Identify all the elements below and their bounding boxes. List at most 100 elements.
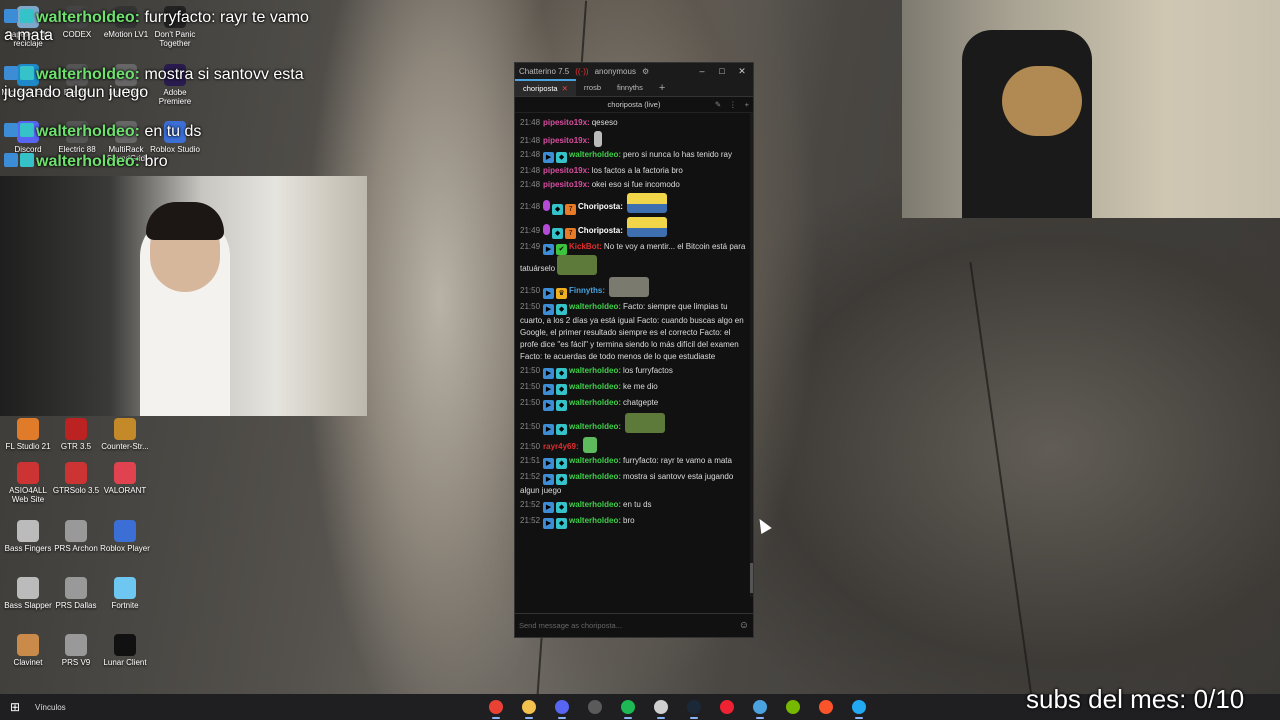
username[interactable]: pipesito19x: <box>543 180 590 189</box>
sub-badge-icon[interactable]: ▶ <box>543 368 555 379</box>
vip-badge-icon[interactable]: ◆ <box>556 384 568 395</box>
vip-badge-icon[interactable]: ◆ <box>556 518 568 529</box>
message-list[interactable]: 21:48 pipesito19x: qeseso 21:48 pipesito19x:… <box>515 113 753 597</box>
sub-badge-icon[interactable]: ▶ <box>543 288 555 299</box>
sub-badge-icon[interactable]: ▶ <box>543 244 555 255</box>
chat-message[interactable]: 21:51 ▶ ◆ walterholdeo: furryfacto: rayr te … <box>520 455 748 469</box>
chat-message[interactable]: 21:50 ▶ ◆ walterholdeo: <box>520 413 748 435</box>
bread-emote-icon[interactable] <box>593 131 602 147</box>
desktop-icon[interactable]: Roblox Player <box>97 520 153 553</box>
username[interactable]: walterholdeo: <box>569 302 621 311</box>
chat-message[interactable]: 21:48 pipesito19x: los factos a la factori… <box>520 165 748 177</box>
username[interactable]: pipesito19x: <box>543 118 590 127</box>
chat-message[interactable]: 21:49 ▶ ✔ KickBot: No te voy a mentir... el … <box>520 241 748 275</box>
cat-emote-icon[interactable] <box>609 277 650 297</box>
scroll-thumb[interactable] <box>750 563 753 593</box>
maximize-button[interactable]: □ <box>715 66 729 76</box>
chatterino-icon[interactable] <box>748 694 772 720</box>
chat-message[interactable]: 21:48 ▶ ◆ walterholdeo: pero si nunca lo has… <box>520 149 748 163</box>
sub-badge-icon[interactable]: ▶ <box>543 400 555 411</box>
vip-badge-icon[interactable]: ◆ <box>552 204 564 215</box>
sub-badge-icon[interactable]: ▶ <box>543 384 555 395</box>
close-button[interactable]: ✕ <box>735 66 749 77</box>
username[interactable]: pipesito19x: <box>543 166 590 175</box>
username[interactable]: walterholdeo: <box>569 516 621 525</box>
minimize-button[interactable]: – <box>695 66 709 76</box>
sub-badge-icon[interactable]: ▶ <box>543 458 555 469</box>
vip-badge-icon[interactable]: ◆ <box>556 502 568 513</box>
desktop-icon[interactable]: Lunar Client <box>97 634 153 667</box>
sub-badge-icon[interactable]: ▶ <box>543 304 555 315</box>
mod-badge-icon[interactable]: ✔ <box>556 244 568 255</box>
vip-badge-icon[interactable]: ◆ <box>556 152 568 163</box>
vinculos-toolbar[interactable]: Vínculos <box>35 703 66 712</box>
titlebar[interactable]: Chatterino 7.5 ((·)) anonymous ⚙ – □ ✕ <box>515 63 753 79</box>
steam-icon[interactable] <box>682 694 706 720</box>
discord-icon[interactable] <box>550 694 574 720</box>
message-input[interactable]: Send message as choriposta... ☺ <box>515 613 753 637</box>
7tv-badge-icon[interactable]: 7 <box>565 228 577 239</box>
green-emote-icon[interactable] <box>582 437 597 453</box>
vip-badge-icon[interactable]: ◆ <box>556 368 568 379</box>
chat-message[interactable]: 21:48 pipesito19x: qeseso <box>520 117 748 129</box>
broadcaster-badge-icon[interactable] <box>543 224 551 235</box>
more-options-icon[interactable]: ⋮ <box>729 100 737 109</box>
sub-badge-icon[interactable]: ▶ <box>543 518 555 529</box>
calculator-icon[interactable] <box>583 694 607 720</box>
add-split-icon[interactable]: + <box>745 100 749 109</box>
username[interactable]: walterholdeo: <box>569 366 621 375</box>
desktop-icon[interactable]: PRS Archon <box>48 520 104 553</box>
username[interactable]: walterholdeo: <box>569 150 621 159</box>
desktop-icon[interactable]: Counter-Str... <box>97 418 153 451</box>
brave-icon[interactable] <box>814 694 838 720</box>
frog-emote-icon[interactable] <box>625 413 666 433</box>
vip-badge-icon[interactable]: ◆ <box>556 304 568 315</box>
windows-start-icon[interactable]: ⊞ <box>0 700 30 714</box>
desktop-icon[interactable]: VALORANT <box>97 462 153 495</box>
ea-app-icon[interactable] <box>715 694 739 720</box>
sub-badge-icon[interactable]: ▶ <box>543 502 555 513</box>
vip-badge-icon[interactable]: ◆ <box>556 474 568 485</box>
broadcaster-badge-icon[interactable] <box>543 200 551 211</box>
username[interactable]: walterholdeo: <box>569 422 621 431</box>
vip-badge-icon[interactable]: ◆ <box>556 424 568 435</box>
gear-icon[interactable]: ⚙ <box>642 67 649 76</box>
desktop-icon[interactable]: PRS Dallas <box>48 577 104 610</box>
vscode-icon[interactable] <box>847 694 871 720</box>
username[interactable]: walterholdeo: <box>569 500 621 509</box>
frog-emote-icon[interactable] <box>557 255 598 275</box>
desktop-icon[interactable]: GTRSolo 3.5 <box>48 462 104 495</box>
username[interactable]: walterholdeo: <box>569 398 621 407</box>
chat-message[interactable]: 21:50 ▶ ◆ walterholdeo: chatgepte <box>520 397 748 411</box>
account-name[interactable]: anonymous <box>595 67 636 76</box>
desktop-icon[interactable]: GTR 3.5 <box>48 418 104 451</box>
file-explorer-icon[interactable] <box>517 694 541 720</box>
chat-message[interactable]: 21:50 ▶ ◆ walterholdeo: ke me dio <box>520 381 748 395</box>
vip-badge-icon[interactable]: ◆ <box>552 228 564 239</box>
username[interactable]: pipesito19x: <box>543 136 590 145</box>
minion-emote-icon[interactable] <box>626 193 667 213</box>
7tv-badge-icon[interactable]: 7 <box>565 204 577 215</box>
username[interactable]: walterholdeo: <box>569 456 621 465</box>
sub-badge-icon[interactable]: ▶ <box>543 152 555 163</box>
tab-finnyths[interactable]: finnyths <box>609 79 651 96</box>
username[interactable]: walterholdeo: <box>569 472 621 481</box>
nvidia-icon[interactable] <box>781 694 805 720</box>
chat-message[interactable]: 21:50 rayr4y69: <box>520 437 748 453</box>
chat-message[interactable]: 21:49 ◆ 7 Choriposta: <box>520 217 748 239</box>
chat-message[interactable]: 21:48 pipesito19x: okei eso si fue incomod… <box>520 179 748 191</box>
sub-badge-icon[interactable]: ▶ <box>543 424 555 435</box>
chat-message[interactable]: 21:48 ◆ 7 Choriposta: <box>520 193 748 215</box>
username[interactable]: Choriposta: <box>578 226 623 235</box>
add-tab-button[interactable]: + <box>651 79 673 96</box>
tab-choriposta[interactable]: choriposta ✕ <box>515 79 576 96</box>
username[interactable]: rayr4y69: <box>543 442 579 451</box>
tab-rrosb[interactable]: rrosb <box>576 79 609 96</box>
username[interactable]: Finnyths: <box>569 286 605 295</box>
chatterino-window[interactable]: Chatterino 7.5 ((·)) anonymous ⚙ – □ ✕ c… <box>514 62 754 638</box>
vip-badge-icon[interactable]: ◆ <box>556 458 568 469</box>
close-tab-icon[interactable]: ✕ <box>562 84 568 93</box>
chat-message[interactable]: 21:50 ▶ ♛ Finnyths: <box>520 277 748 299</box>
chat-message[interactable]: 21:52 ▶ ◆ walterholdeo: en tu ds <box>520 499 748 513</box>
username[interactable]: Choriposta: <box>578 202 623 211</box>
